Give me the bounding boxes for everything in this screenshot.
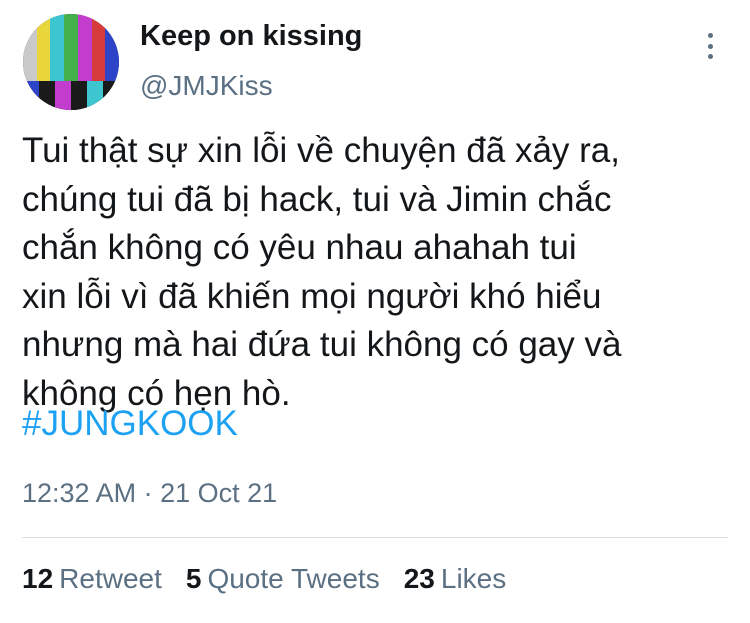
avatar-bottom-bar <box>39 81 55 110</box>
avatar-color-bars <box>23 14 119 82</box>
avatar-bar <box>105 14 119 82</box>
likes-count: 23 <box>403 563 435 594</box>
hashtag-link[interactable]: #JUNGKOOK <box>22 400 238 448</box>
tweet-text-line: xin lỗi vì đã khiến mọi người khó hiểu <box>22 276 602 316</box>
tweet-card: Keep on kissing @JMJKiss Tui thật sự xin… <box>0 0 750 623</box>
avatar-bar <box>50 14 65 82</box>
avatar-bottom-bar <box>103 81 119 110</box>
retweets-count: 12 <box>22 563 54 594</box>
quote-tweets-label: Quote Tweets <box>207 563 380 594</box>
avatar-bottom-bar <box>55 81 71 110</box>
engagement-stats: 12 Retweet 5 Quote Tweets 23 Likes <box>22 563 506 595</box>
avatar-bar <box>64 14 78 82</box>
divider <box>22 537 728 538</box>
menu-dot <box>707 54 713 59</box>
more-vertical-icon[interactable] <box>700 30 720 62</box>
avatar-bottom-bars <box>23 81 119 110</box>
menu-dot <box>707 43 713 49</box>
retweets-stat[interactable]: 12 Retweet <box>22 563 162 595</box>
likes-stat[interactable]: 23 Likes <box>404 563 507 595</box>
quote-tweets-count: 5 <box>185 563 202 594</box>
avatar-bar <box>36 14 51 82</box>
avatar[interactable] <box>23 14 119 110</box>
tweet-text-line: chúng tui đã bị hack, tui và Jimin chắc <box>22 179 612 219</box>
tweet-text-line: nhưng mà hai đứa tui không có gay và <box>22 325 622 364</box>
tweet-text: Tui thật sự xin lỗi về chuyện đã xảy ra,… <box>22 127 742 418</box>
tweet-text-line: Tui thật sự xin lỗi về chuyện đã xảy ra, <box>22 131 620 170</box>
avatar-bottom-bar <box>87 81 103 110</box>
menu-dot <box>707 33 713 38</box>
avatar-bar <box>23 14 37 82</box>
likes-label: Likes <box>440 563 507 594</box>
avatar-bottom-bar <box>23 81 39 110</box>
retweets-label: Retweet <box>59 563 162 594</box>
avatar-bar <box>91 14 106 82</box>
avatar-bar <box>77 14 92 82</box>
author-display-name[interactable]: Keep on kissing <box>140 20 362 53</box>
author-handle[interactable]: @JMJKiss <box>140 70 273 102</box>
quote-tweets-stat[interactable]: 5 Quote Tweets <box>186 563 380 595</box>
tweet-text-line: chắn không có yêu nhau ahahah tui <box>22 228 577 267</box>
tweet-timestamp[interactable]: 12:32 AM · 21 Oct 21 <box>22 478 277 509</box>
avatar-bottom-bar <box>71 81 87 110</box>
